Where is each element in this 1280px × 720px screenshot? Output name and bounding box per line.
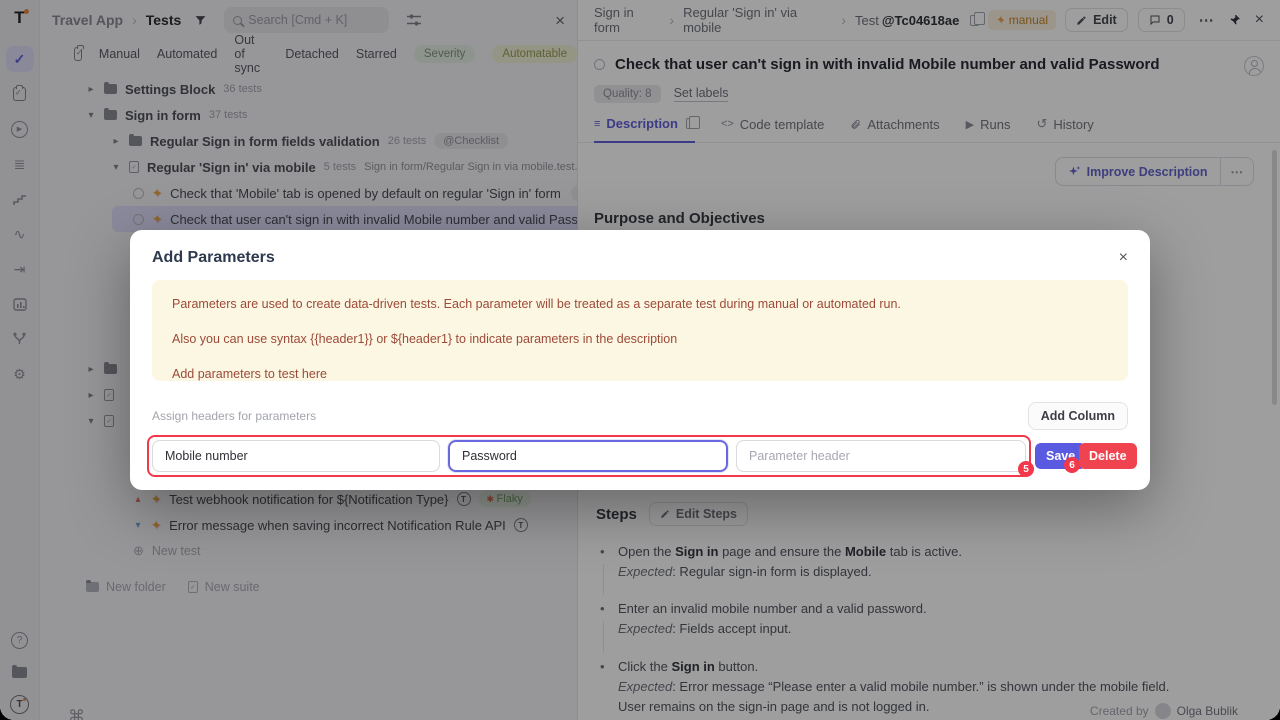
modal-title: Add Parameters — [152, 249, 275, 267]
annotation-badge-5: 5 — [1018, 461, 1034, 477]
info-line: Parameters are used to create data-drive… — [172, 297, 1108, 311]
add-parameters-modal: Add Parameters × Parameters are used to … — [130, 230, 1150, 490]
assign-headers-label: Assign headers for parameters — [152, 409, 316, 423]
info-line: Add parameters to test here — [172, 367, 1108, 381]
parameter-header-input-3[interactable] — [736, 440, 1026, 472]
app-window: T ✓ ▶ ≣ ∿ ⇥ ⚙ ? T Travel App — [0, 0, 1280, 720]
info-line: Also you can use syntax {{header1}} or $… — [172, 332, 1108, 346]
modal-close-icon[interactable]: × — [1119, 249, 1128, 267]
modal-info-box: Parameters are used to create data-drive… — [152, 280, 1128, 381]
parameter-header-input-1[interactable] — [152, 440, 440, 472]
annotation-badge-6: 6 — [1064, 457, 1080, 473]
add-column-button[interactable]: Add Column — [1028, 402, 1128, 430]
parameter-header-input-2-focused[interactable] — [448, 440, 728, 472]
parameter-inputs-row: Save Delete 5 6 — [152, 440, 1128, 472]
delete-button[interactable]: Delete — [1079, 443, 1137, 469]
